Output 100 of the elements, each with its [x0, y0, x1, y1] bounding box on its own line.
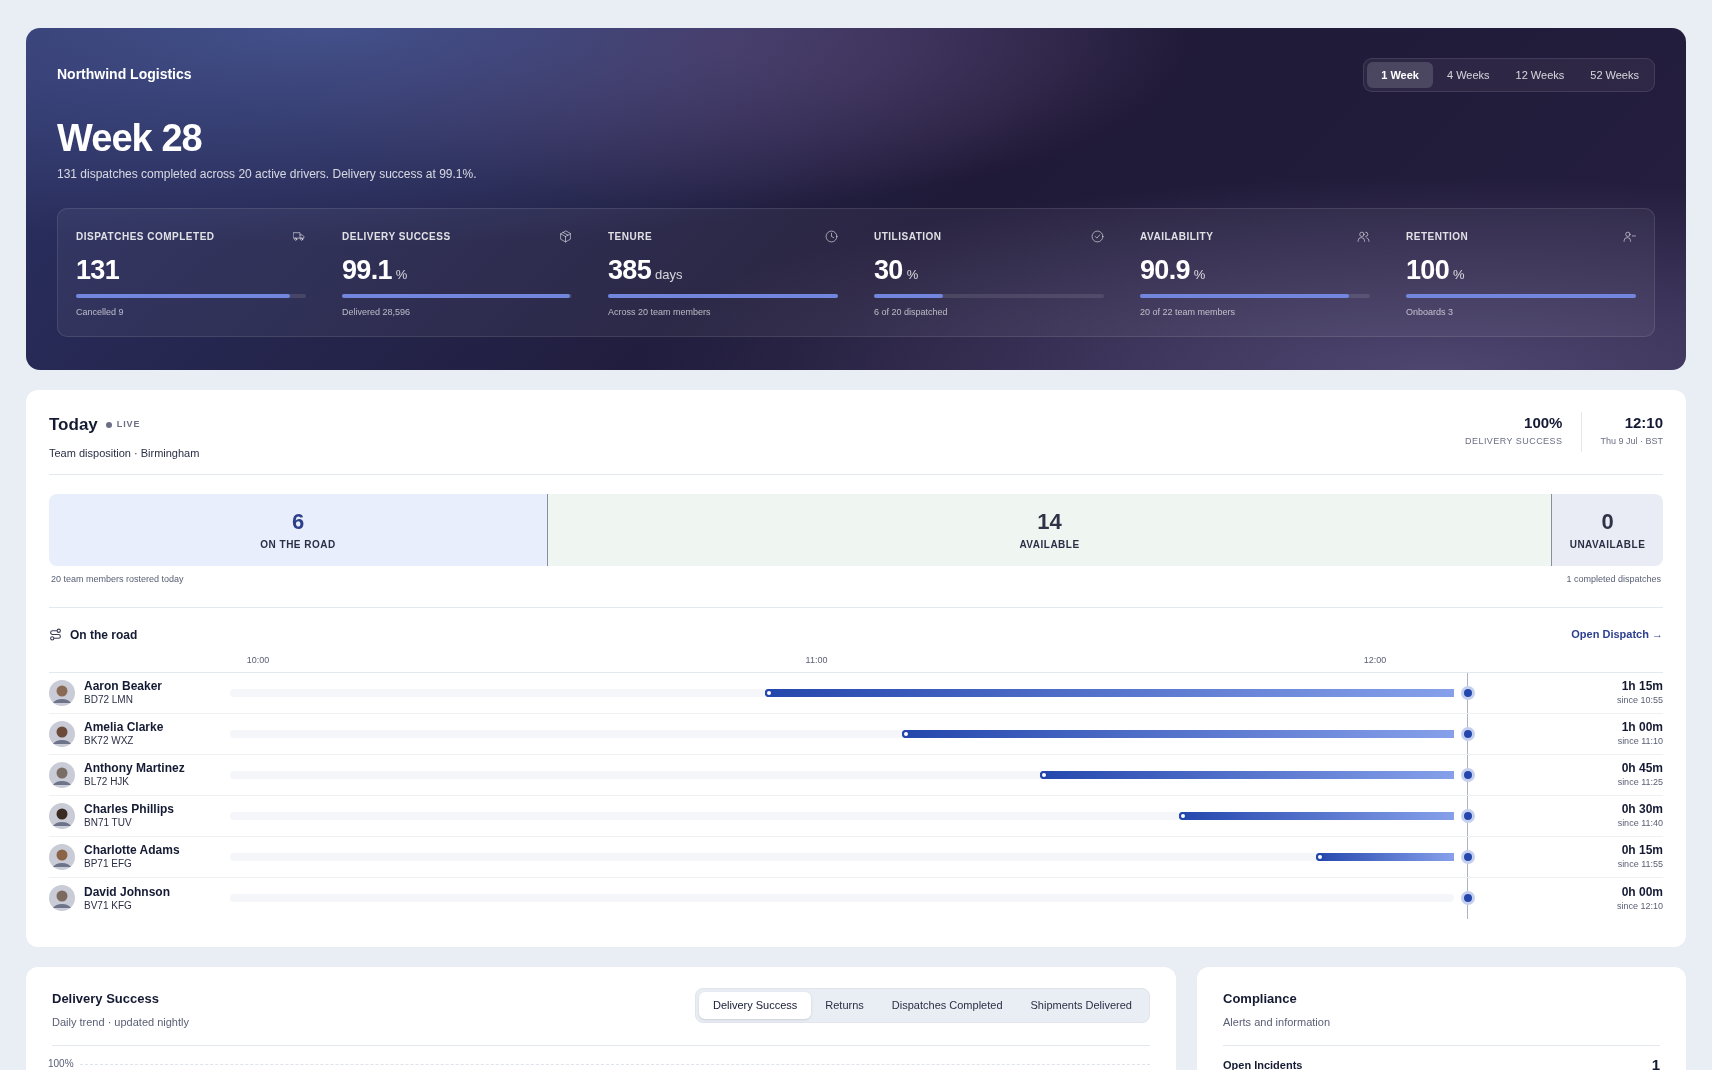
current-time: 12:10 [1624, 413, 1663, 433]
avatar [49, 761, 75, 788]
vehicle-plate: BD72 LMN [84, 693, 134, 706]
vehicle-plate: BP71 EFG [84, 857, 133, 870]
metric-tab[interactable]: Returns [811, 992, 878, 1019]
stat-value: 30 [874, 254, 903, 287]
metric-tab[interactable]: Delivery Success [698, 992, 812, 1019]
current-time-marker [1461, 808, 1475, 823]
segment-label: AVAILABLE [1019, 537, 1080, 552]
user-minus-icon [1623, 230, 1636, 243]
rostered-note: 20 team members rostered today [51, 573, 184, 586]
success-value: 100% [1524, 413, 1563, 433]
card-title: Delivery Success [52, 990, 160, 1008]
summary-text: 131 dispatches completed across 20 active drivers. Delivery success at 99.1%. [57, 166, 478, 183]
stat-note: 20 of 22 team members [1140, 306, 1237, 319]
driver-name: Amelia Clarke [84, 720, 164, 734]
route-icon [49, 628, 62, 641]
truck-icon [293, 230, 306, 243]
trip-duration: 1h 15m [1621, 679, 1663, 694]
trip-duration: 0h 00m [1621, 884, 1663, 900]
users-icon [1357, 230, 1370, 243]
trip-start: since 11:10 [1617, 735, 1663, 747]
vehicle-plate: BL72 HJK [84, 775, 131, 788]
driver-name: Anthony Martinez [84, 761, 185, 775]
current-time-marker [1461, 891, 1475, 905]
stat-label: TENURE [608, 230, 653, 244]
segment-label: ON THE ROAD [260, 537, 336, 552]
stat-note: Delivered 28,596 [342, 306, 412, 319]
current-time-marker [1461, 685, 1475, 700]
segment-label: UNAVAILABLE [1569, 537, 1646, 552]
stat-note: 6 of 20 dispatched [874, 306, 949, 319]
segment-count: 0 [1601, 508, 1614, 535]
stat-value: 100 [1406, 254, 1450, 287]
package-icon [559, 230, 572, 243]
trip-duration: 0h 30m [1621, 802, 1663, 817]
week-title: Week 28 [57, 116, 203, 160]
avatar [49, 679, 75, 706]
today-title: Today [49, 414, 98, 436]
stat-unit: % [395, 266, 408, 284]
stat-unit: % [1193, 266, 1206, 284]
stat-value: 90.9 [1140, 254, 1190, 287]
stat-value: 385 [608, 254, 652, 287]
stat-value: 131 [76, 254, 120, 287]
section-title: On the road [70, 626, 138, 644]
live-badge: LIVE [105, 418, 141, 432]
stat-note: Onboards 3 [1406, 306, 1455, 319]
open-dispatch-link[interactable]: Open Dispatch → [1571, 626, 1663, 643]
axis-label: 100% [48, 1058, 74, 1070]
stat-label: AVAILABILITY [1140, 230, 1214, 244]
stat-note: Across 20 team members [608, 306, 712, 319]
segment-count: 14 [1037, 508, 1062, 535]
vehicle-plate: BV71 KFG [84, 898, 133, 912]
trip-start: since 12:10 [1616, 899, 1663, 912]
stat-unit: % [1453, 266, 1465, 284]
compliance-count: 1 [1651, 1057, 1660, 1070]
stat-label: UTILISATION [874, 230, 942, 244]
vehicle-plate: BK72 WXZ [84, 734, 135, 747]
trip-start: since 11:25 [1617, 776, 1663, 788]
check-circle-icon [1091, 230, 1104, 243]
brand-name: Northwind Logistics [57, 65, 192, 84]
stat-label: DISPATCHES COMPLETED [76, 230, 215, 244]
metric-tab[interactable]: Dispatches Completed [877, 992, 1017, 1019]
trip-duration: 0h 45m [1621, 761, 1663, 776]
driver-name: Charlotte Adams [84, 843, 180, 857]
avatar [49, 885, 75, 911]
stat-label: DELIVERY SUCCESS [342, 230, 451, 244]
avatar [49, 802, 75, 829]
current-time-marker [1461, 726, 1475, 741]
segment-count: 6 [291, 508, 305, 535]
axis-tick: 12:00 [1363, 653, 1387, 667]
stat-unit: days [655, 266, 683, 284]
period-tab[interactable]: 4 Weeks [1434, 62, 1502, 88]
current-time-marker [1461, 767, 1475, 782]
trip-duration: 1h 00m [1621, 720, 1663, 735]
card-title: Compliance [1223, 990, 1298, 1008]
avatar [49, 843, 75, 870]
stat-note: Cancelled 9 [76, 306, 125, 319]
card-subtitle: Alerts and information [1223, 1014, 1331, 1030]
location-text: Team disposition · Birmingham [49, 445, 200, 461]
vehicle-plate: BN71 TUV [84, 816, 133, 829]
completed-note: 1 completed dispatches [1566, 573, 1661, 586]
trip-start: since 11:40 [1617, 817, 1663, 829]
avatar [49, 720, 75, 747]
driver-name: Charles Phillips [84, 802, 175, 816]
period-tab[interactable]: 52 Weeks [1578, 62, 1651, 88]
axis-tick: 10:00 [246, 653, 270, 667]
stat-value: 99.1 [342, 254, 392, 287]
success-label: DELIVERY SUCCESS [1465, 434, 1563, 448]
card-subtitle: Daily trend · updated nightly [52, 1014, 189, 1030]
driver-name: David Johnson [84, 884, 170, 899]
stat-label: RETENTION [1406, 230, 1469, 244]
current-time-marker [1461, 849, 1475, 864]
period-tab[interactable]: 1 Week [1367, 62, 1433, 88]
metric-tab[interactable]: Shipments Delivered [1016, 992, 1146, 1019]
period-tab[interactable]: 12 Weeks [1503, 62, 1577, 88]
clock-icon [825, 230, 838, 243]
axis-tick: 11:00 [805, 653, 828, 667]
trip-start: since 10:55 [1616, 694, 1663, 706]
current-date: Thu 9 Jul · BST [1600, 434, 1663, 448]
stat-unit: % [906, 266, 919, 284]
